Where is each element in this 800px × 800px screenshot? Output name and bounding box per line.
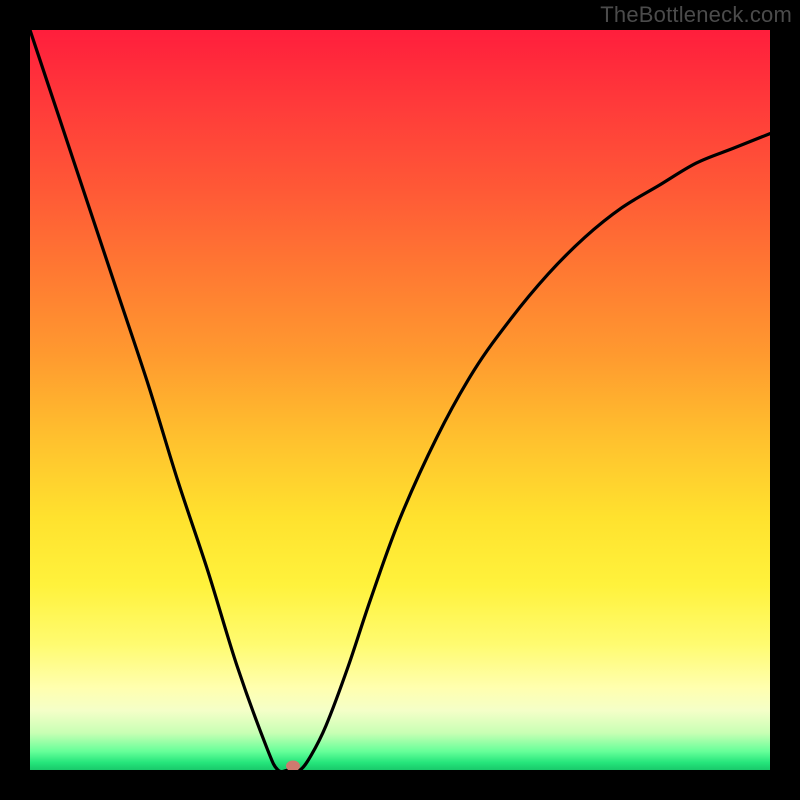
- plot-area: [30, 30, 770, 770]
- min-marker: [286, 761, 300, 771]
- bottleneck-curve: [30, 30, 770, 770]
- chart-frame: TheBottleneck.com: [0, 0, 800, 800]
- watermark-text: TheBottleneck.com: [600, 2, 792, 28]
